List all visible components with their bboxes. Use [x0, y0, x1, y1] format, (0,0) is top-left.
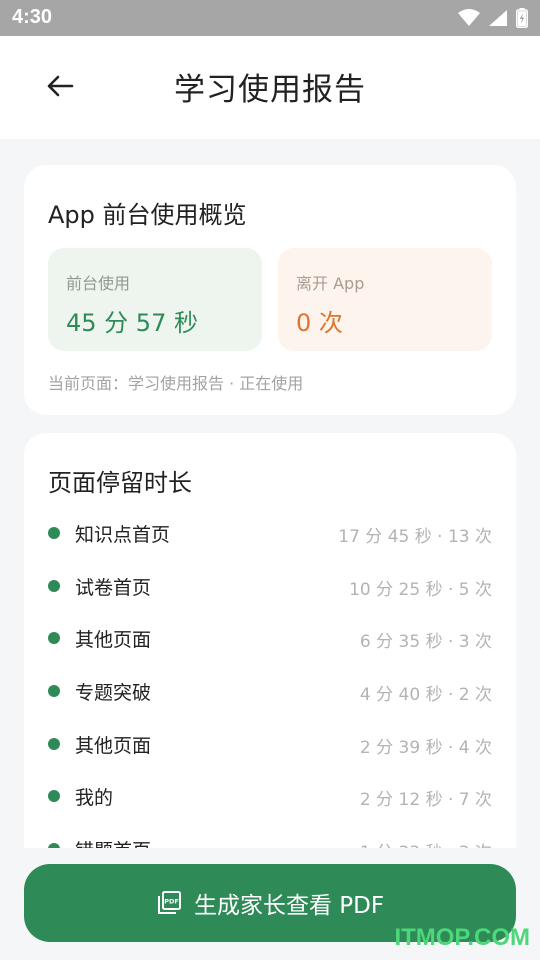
bullet-dot [48, 632, 60, 645]
list-item: 其他页面 2 分 39 秒 · 4 次 [24, 726, 516, 779]
page-name: 知识点首页 [75, 524, 171, 546]
page-dwell-stat: 10 分 25 秒 · 5 次 [349, 579, 492, 600]
leave-app-value: 0 次 [296, 309, 343, 337]
foreground-usage-label: 前台使用 [66, 274, 131, 293]
status-bar: 4:30 [0, 0, 540, 36]
page-name: 专题突破 [75, 682, 152, 705]
page-name: 试卷首页 [75, 576, 152, 599]
status-time: 4:30 [12, 6, 53, 28]
bullet-dot [48, 790, 60, 803]
wifi-icon [458, 9, 480, 26]
generate-pdf-label: 生成家长查看 PDF [193, 893, 385, 919]
bullet-dot [48, 737, 60, 750]
page-name: 我的 [75, 787, 114, 810]
list-item: 知识点首页 17 分 45 秒 · 13 次 [24, 515, 516, 568]
current-page-status: 当前页面：学习使用报告 · 正在使用 [48, 374, 304, 393]
bullet-dot [48, 579, 60, 592]
pdf-icon: PDF [157, 891, 181, 914]
dwell-list: 知识点首页 17 分 45 秒 · 13 次 试卷首页 10 分 25 秒 · … [24, 515, 516, 884]
foreground-usage-stat: 前台使用 45 分 57 秒 [48, 248, 262, 351]
page-name: 其他页面 [75, 734, 152, 757]
page-name: 其他页面 [75, 629, 152, 652]
foreground-usage-value: 45 分 57 秒 [66, 309, 198, 337]
svg-text:PDF: PDF [164, 898, 179, 906]
page-dwell-stat: 17 分 45 秒 · 13 次 [338, 527, 492, 547]
bullet-dot [48, 685, 60, 698]
site-watermark: ITMOP.COM [394, 924, 530, 951]
leave-app-label: 离开 App [296, 274, 365, 293]
page-dwell-stat: 6 分 35 秒 · 3 次 [359, 632, 492, 653]
list-item: 专题突破 4 分 40 秒 · 2 次 [24, 673, 516, 726]
leave-app-stat: 离开 App 0 次 [278, 248, 492, 351]
signal-icon [489, 10, 507, 26]
dwell-time-card: 页面停留时长 知识点首页 17 分 45 秒 · 13 次 试卷首页 10 分 … [24, 433, 516, 893]
page-dwell-stat: 2 分 12 秒 · 7 次 [359, 790, 492, 811]
list-item: 我的 2 分 12 秒 · 7 次 [24, 778, 516, 831]
list-item: 试卷首页 10 分 25 秒 · 5 次 [24, 568, 516, 621]
overview-card: App 前台使用概览 前台使用 45 分 57 秒 离开 App 0 次 当前页… [24, 165, 516, 415]
page-dwell-stat: 2 分 39 秒 · 4 次 [359, 737, 492, 758]
dwell-time-title: 页面停留时长 [48, 469, 192, 497]
app-header: 学习使用报告 [0, 36, 540, 139]
page-dwell-stat: 4 分 40 秒 · 2 次 [359, 685, 492, 706]
list-item: 其他页面 6 分 35 秒 · 3 次 [24, 620, 516, 673]
page-title: 学习使用报告 [174, 72, 366, 108]
overview-title: App 前台使用概览 [48, 201, 247, 229]
bullet-dot [48, 527, 60, 539]
status-icons [458, 7, 528, 29]
battery-icon [516, 8, 528, 28]
